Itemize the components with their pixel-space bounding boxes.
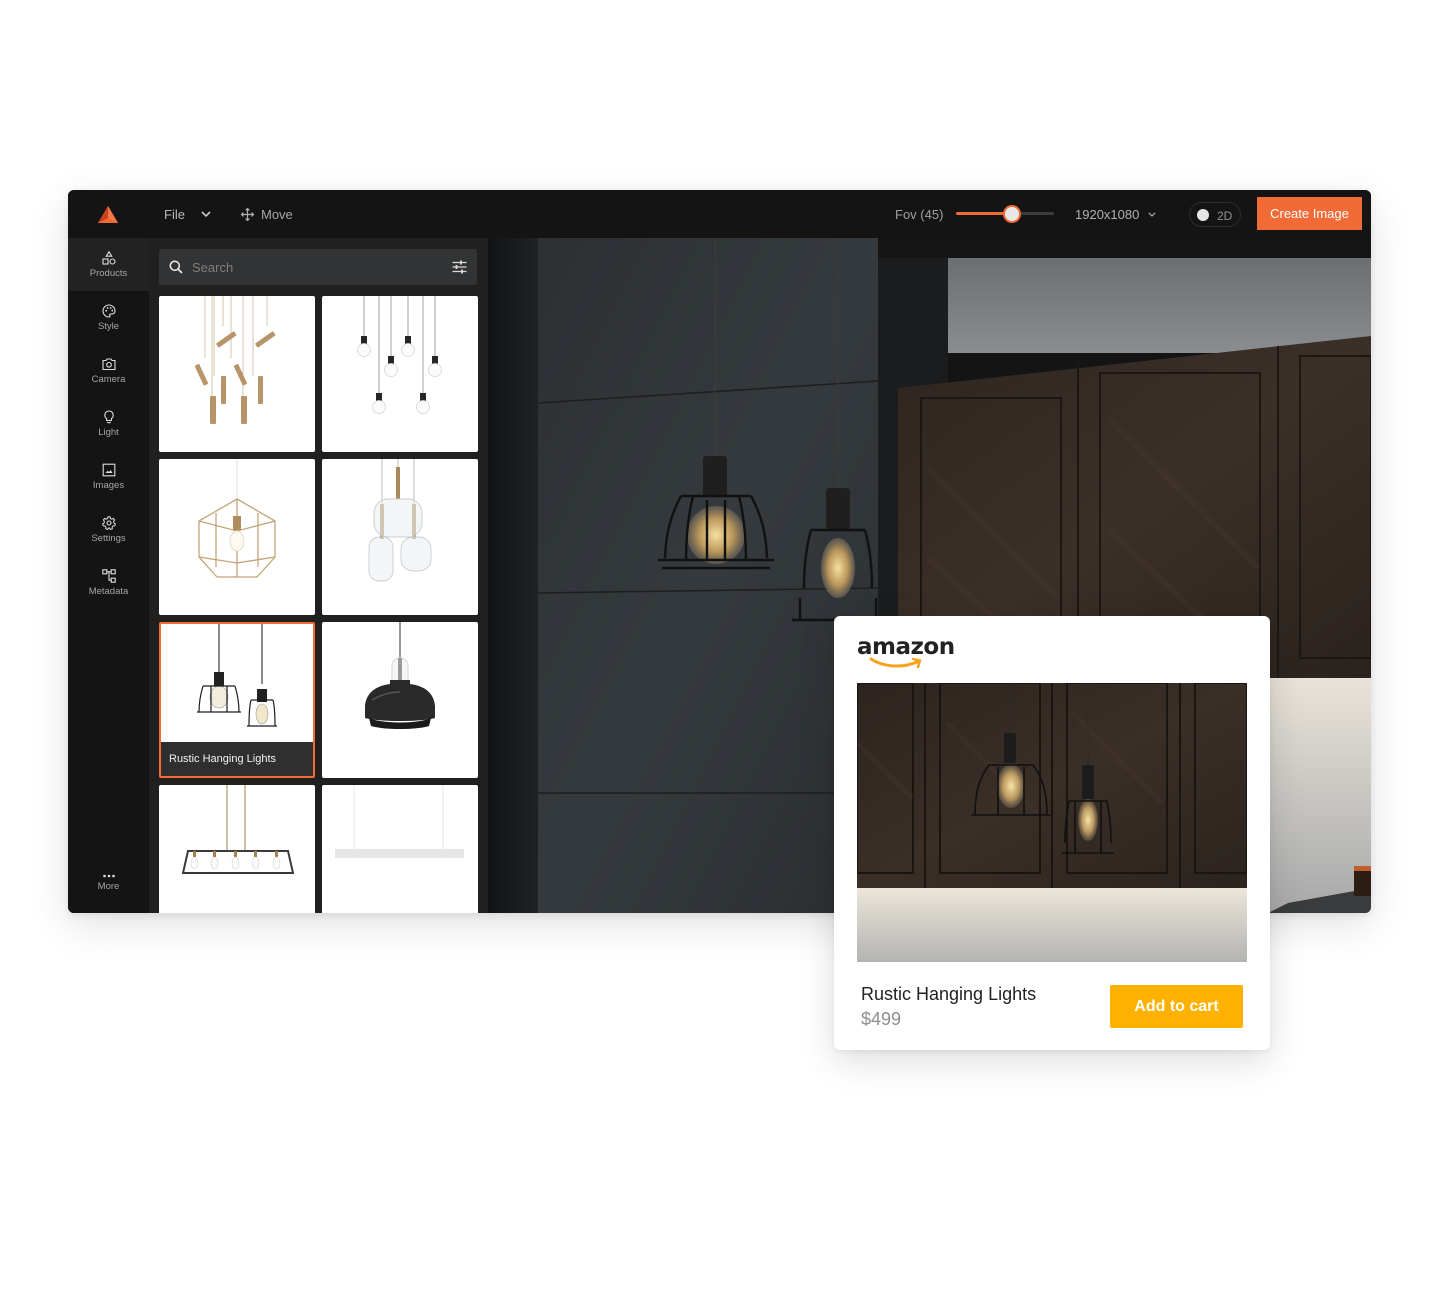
product-tile[interactable] — [322, 785, 478, 913]
product-tile-caption: Rustic Hanging Lights — [161, 742, 313, 776]
more-dots-icon — [102, 874, 115, 877]
rustic-hanging-lights-product-photo — [857, 683, 1247, 962]
chevron-down-icon — [201, 211, 211, 217]
sidebar-item-label: Images — [92, 479, 125, 491]
product-tile[interactable] — [322, 296, 478, 452]
sidebar-item-label: Camera — [91, 373, 126, 385]
filter-sliders-icon[interactable] — [452, 260, 467, 274]
product-panel: Rustic Hanging Lights — [149, 238, 488, 913]
brass-spot-cluster-thumbnail — [194, 296, 276, 424]
sidebar-item-style[interactable]: Style — [68, 291, 149, 344]
move-tool[interactable]: Move — [241, 204, 293, 224]
bare-bulb-cluster-thumbnail — [357, 296, 442, 414]
toggle-label: 2D — [1217, 208, 1233, 223]
lightbulb-icon — [103, 409, 114, 423]
product-tile[interactable] — [322, 622, 478, 778]
sidebar-item-label: Settings — [91, 532, 126, 544]
sidebar-item-images[interactable]: Images — [68, 450, 149, 503]
product-tile[interactable] — [322, 459, 478, 615]
fov-label: Fov (45) — [895, 207, 944, 222]
sidebar-item-camera[interactable]: Camera — [68, 344, 149, 397]
geometric-brass-cage-thumbnail — [198, 459, 276, 578]
move-tool-label: Move — [261, 206, 293, 222]
camera-icon — [101, 357, 116, 370]
fov-slider-thumb[interactable] — [1002, 205, 1021, 223]
gear-icon — [101, 515, 116, 530]
file-menu-label: File — [164, 206, 185, 222]
resolution-value: 1920x1080 — [1075, 206, 1140, 222]
fov-slider[interactable] — [956, 205, 1054, 223]
search-icon — [169, 260, 183, 274]
white-linear-bar-thumbnail — [335, 785, 464, 858]
sidebar-item-metadata[interactable]: Metadata — [68, 556, 149, 609]
sidebar-item-products[interactable]: Products — [68, 238, 149, 291]
product-image[interactable] — [857, 683, 1247, 962]
chevron-down-icon — [1148, 211, 1156, 217]
sidebar-item-light[interactable]: Light — [68, 397, 149, 450]
app-logo-icon[interactable] — [98, 206, 118, 223]
linear-cage-chandelier-thumbnail — [181, 785, 295, 874]
sidebar-item-settings[interactable]: Settings — [68, 503, 149, 556]
sidebar-item-label: Light — [98, 426, 119, 438]
palette-icon — [101, 303, 116, 318]
sidebar-item-label: Metadata — [88, 585, 129, 597]
add-to-cart-button[interactable]: Add to cart — [1110, 985, 1243, 1028]
product-price: $499 — [861, 1009, 902, 1029]
move-arrows-icon — [241, 207, 254, 221]
create-image-button[interactable]: Create Image — [1257, 197, 1362, 230]
shapes-icon — [101, 250, 116, 265]
search-input[interactable] — [192, 259, 452, 275]
2d-mode-toggle[interactable]: 2D — [1189, 202, 1241, 227]
product-tile-selected[interactable]: Rustic Hanging Lights — [159, 622, 315, 778]
sidebar-item-label: Style — [97, 320, 120, 332]
amazon-smile-arrow-icon — [869, 657, 922, 669]
product-name: Rustic Hanging Lights — [861, 984, 1037, 1004]
hierarchy-icon — [101, 568, 116, 583]
sidebar-item-more[interactable]: More — [68, 856, 149, 909]
glass-globe-trio-thumbnail — [368, 459, 432, 582]
search-bar — [159, 249, 477, 285]
toggle-knob — [1197, 208, 1209, 221]
sidebar-item-label: Products — [89, 267, 128, 279]
resolution-dropdown[interactable]: 1920x1080 — [1075, 204, 1156, 224]
sidebar-item-label: More — [97, 880, 120, 892]
amazon-product-card: amazon Rustic Hanging Lights $499 Add to… — [834, 616, 1270, 1050]
product-tile[interactable] — [159, 459, 315, 615]
black-dome-pendant-thumbnail — [365, 622, 435, 729]
product-tile[interactable] — [159, 785, 315, 913]
file-menu[interactable]: File — [164, 204, 211, 224]
top-bar: File Move Fov (45) 1920x1080 2D Create I… — [68, 190, 1371, 238]
product-tile[interactable] — [159, 296, 315, 452]
amazon-logo: amazon — [857, 634, 957, 670]
image-icon — [102, 463, 115, 476]
sidebar-rail: Products Style Camera Light Images Setti… — [68, 238, 149, 913]
